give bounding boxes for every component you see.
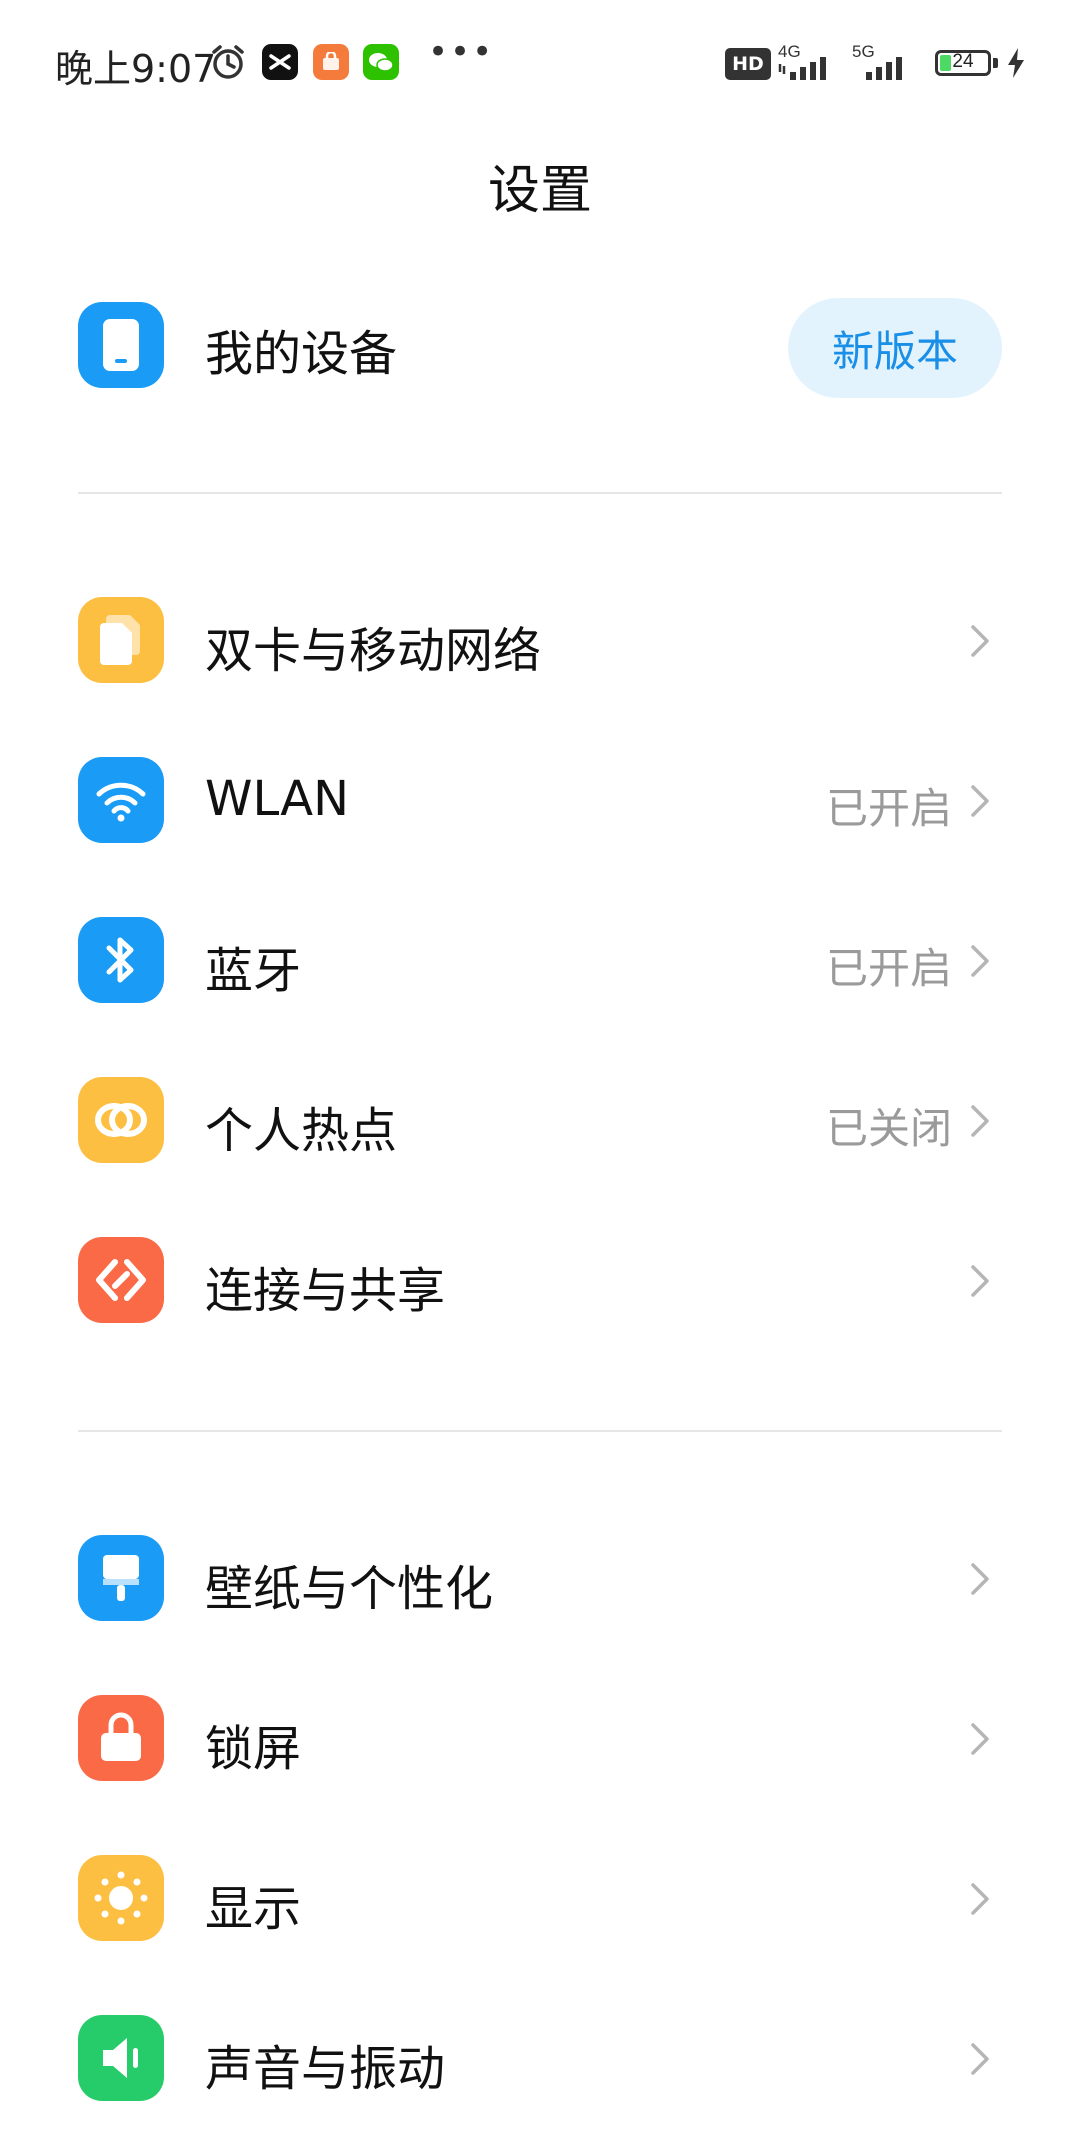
- row-label: 双卡与移动网络: [205, 623, 542, 679]
- hotspot-icon: [78, 1077, 164, 1163]
- personal-hotspot-row[interactable]: 个人热点 已关闭: [0, 1045, 1080, 1195]
- row-label: 蓝牙: [205, 943, 302, 999]
- row-label: 锁屏: [205, 1721, 302, 1777]
- row-value: 已开启: [825, 784, 952, 833]
- battery-icon: 24: [935, 50, 991, 76]
- connection-sharing-row[interactable]: 连接与共享: [0, 1205, 1080, 1355]
- alarm-clock-icon: [212, 45, 244, 79]
- signal-strength-sim1-icon: [778, 57, 826, 80]
- phone-device-icon: [78, 302, 164, 388]
- mi-store-icon: [313, 44, 349, 80]
- connection-sharing-icon: [78, 1237, 164, 1323]
- lock-screen-row[interactable]: 锁屏: [0, 1663, 1080, 1813]
- wlan-row[interactable]: WLAN 已开启: [0, 725, 1080, 875]
- wifi-icon: [78, 757, 164, 843]
- battery-level: 24: [952, 51, 974, 72]
- chevron-right-icon: [971, 2043, 989, 2075]
- row-label: 个人热点: [205, 1103, 398, 1159]
- row-label: WLAN: [205, 771, 350, 827]
- status-time: 晚上9:07: [55, 47, 217, 91]
- chevron-right-icon: [971, 1265, 989, 1297]
- chevron-right-icon: [971, 625, 989, 657]
- chevron-right-icon: [971, 1563, 989, 1595]
- chevron-right-icon: [971, 945, 989, 977]
- row-label: 显示: [205, 1881, 302, 1937]
- row-label: 声音与振动: [205, 2041, 446, 2097]
- row-value: 已关闭: [825, 1104, 952, 1153]
- my-device-label: 我的设备: [205, 326, 398, 382]
- dual-sim-mobile-network-row[interactable]: 双卡与移动网络: [0, 565, 1080, 715]
- more-notifications-icon: •••: [428, 32, 495, 72]
- page-title: 设置: [487, 161, 592, 221]
- section-divider: [78, 1430, 1002, 1432]
- wechat-icon: [363, 44, 399, 80]
- hd-label: HD: [732, 53, 764, 75]
- bluetooth-icon: [78, 917, 164, 1003]
- row-value: 已开启: [825, 944, 952, 993]
- lock-icon: [78, 1695, 164, 1781]
- display-row[interactable]: 显示: [0, 1823, 1080, 1973]
- new-version-badge[interactable]: 新版本: [788, 298, 1002, 398]
- hd-voice-badge: HD: [725, 48, 771, 80]
- section-divider: [78, 492, 1002, 494]
- speaker-icon: [78, 2015, 164, 2101]
- chevron-right-icon: [971, 1723, 989, 1755]
- sun-brightness-icon: [78, 1855, 164, 1941]
- chevron-right-icon: [971, 1883, 989, 1915]
- sound-vibration-row[interactable]: 声音与振动: [0, 1983, 1080, 2133]
- signal-strength-sim2-icon: [866, 57, 902, 80]
- paint-brush-icon: [78, 1535, 164, 1621]
- capcut-app-icon: [262, 44, 298, 80]
- charging-bolt-icon: [1008, 48, 1024, 78]
- battery-nub: [993, 58, 998, 68]
- chevron-right-icon: [971, 785, 989, 817]
- wallpaper-personalization-row[interactable]: 壁纸与个性化: [0, 1503, 1080, 1653]
- sim-card-icon: [78, 597, 164, 683]
- chevron-right-icon: [971, 1105, 989, 1137]
- row-label: 壁纸与个性化: [205, 1561, 494, 1617]
- status-bar: 晚上9:07 ••• HD 4G 5G 24: [0, 0, 1080, 128]
- bluetooth-row[interactable]: 蓝牙 已开启: [0, 885, 1080, 1035]
- row-label: 连接与共享: [205, 1263, 446, 1319]
